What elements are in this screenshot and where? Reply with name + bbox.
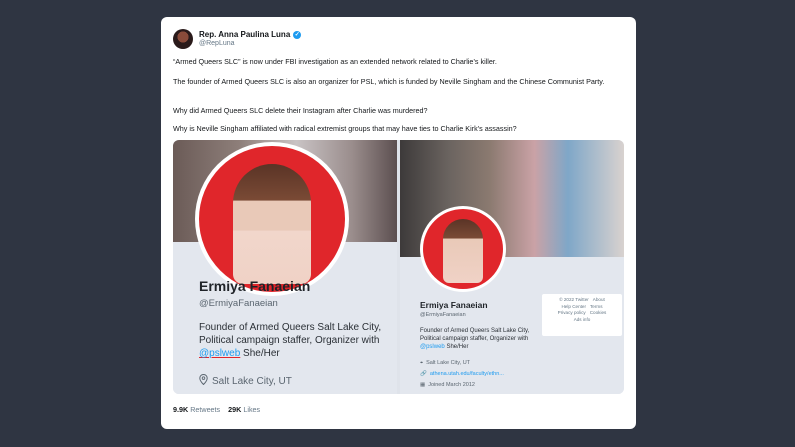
footer-terms: Terms bbox=[590, 303, 603, 309]
footer-copyright: © 2022 Twitter bbox=[559, 297, 589, 302]
link-icon: 🔗 bbox=[420, 371, 427, 377]
profile-bio-suffix: She/Her bbox=[240, 348, 280, 359]
profile-bio-line2: Political campaign staffer, Organizer wi… bbox=[420, 336, 529, 342]
footer-ads: Ads info bbox=[573, 316, 591, 322]
profile-bio-line1: Founder of Armed Queers Salt Lake City, bbox=[420, 328, 530, 334]
tweet-stats: 9.9K Retweets 29K Likes bbox=[173, 405, 260, 414]
profile-avatar-image bbox=[423, 209, 503, 289]
retweets-label: Retweets bbox=[190, 405, 221, 414]
profile-bio: Founder of Armed Queers Salt Lake City, … bbox=[199, 321, 395, 360]
profile-location: ⌖ Salt Lake City, UT bbox=[420, 360, 470, 367]
profile-bio-line2: Political campaign staffer, Organizer wi… bbox=[199, 335, 380, 346]
verified-badge-icon: ✓ bbox=[293, 30, 302, 39]
profile-bio-mention: @pslweb bbox=[199, 348, 241, 359]
map-pin-icon: ⌖ bbox=[420, 360, 424, 366]
profile-bio-suffix: She/Her bbox=[444, 344, 469, 350]
likes-label: Likes bbox=[243, 405, 261, 414]
profile-name: Ermiya Fanaeian bbox=[420, 300, 488, 310]
person-figure bbox=[233, 164, 311, 284]
profile-url-text: athena.utah.edu/faculty/ethn... bbox=[429, 371, 504, 377]
footer-cookies: Cookies bbox=[589, 310, 607, 315]
left-profile-screenshot[interactable]: Ermiya Fanaeian @ErmiyaFanaeian Founder … bbox=[173, 140, 397, 394]
likes-count: 29K bbox=[228, 405, 242, 414]
twitter-footer-links: © 2022 Twitter About Help Center Terms Pri… bbox=[542, 294, 622, 336]
tweet-paragraph-2: The founder of Armed Queers SLC is also … bbox=[173, 77, 605, 86]
profile-bio: Founder of Armed Queers Salt Lake City, … bbox=[420, 327, 538, 351]
calendar-icon: ▦ bbox=[420, 382, 426, 388]
map-pin-icon bbox=[199, 373, 208, 388]
profile-bio-line1: Founder of Armed Queers Salt Lake City, bbox=[199, 322, 382, 333]
footer-help: Help Center bbox=[561, 303, 586, 309]
profile-url: 🔗 athena.utah.edu/faculty/ethn... bbox=[420, 371, 504, 377]
tweet-card: Rep. Anna Paulina Luna ✓ @RepLuna “Armed… bbox=[161, 17, 636, 429]
profile-location-text: Salt Lake City, UT bbox=[212, 375, 292, 387]
profile-handle: @ErmiyaFanaeian bbox=[420, 312, 466, 318]
author-name[interactable]: Rep. Anna Paulina Luna bbox=[199, 30, 290, 39]
tweet-paragraph-4: Why is Neville Singham affiliated with r… bbox=[173, 124, 517, 133]
profile-handle: @ErmiyaFanaeian bbox=[199, 298, 278, 309]
author-handle[interactable]: @RepLuna bbox=[199, 40, 235, 47]
profile-joined-text: Joined March 2012 bbox=[428, 382, 475, 388]
profile-location-text: Salt Lake City, UT bbox=[426, 360, 471, 366]
tweet-paragraph-3: Why did Armed Queers SLC delete their In… bbox=[173, 106, 428, 115]
profile-bio-mention: @pslweb bbox=[420, 344, 445, 350]
author-avatar[interactable] bbox=[173, 29, 193, 49]
profile-location: Salt Lake City, UT bbox=[199, 373, 292, 388]
author-name-row[interactable]: Rep. Anna Paulina Luna ✓ bbox=[199, 30, 302, 39]
retweets-stat[interactable]: 9.9K Retweets bbox=[173, 405, 220, 414]
profile-joined: ▦ Joined March 2012 bbox=[420, 382, 475, 388]
profile-name: Ermiya Fanaeian bbox=[199, 278, 311, 294]
profile-avatar-image bbox=[199, 146, 345, 292]
tweet-media[interactable]: Ermiya Fanaeian @ErmiyaFanaeian Founder … bbox=[173, 140, 624, 394]
footer-privacy: Privacy policy bbox=[557, 310, 586, 315]
footer-about: About bbox=[592, 297, 605, 302]
person-figure bbox=[443, 219, 483, 283]
likes-stat[interactable]: 29K Likes bbox=[228, 405, 260, 414]
right-profile-screenshot[interactable]: Ermiya Fanaeian @ErmiyaFanaeian Founder … bbox=[400, 140, 624, 394]
retweets-count: 9.9K bbox=[173, 405, 189, 414]
tweet-paragraph-1: “Armed Queers SLC” is now under FBI inve… bbox=[173, 57, 497, 66]
